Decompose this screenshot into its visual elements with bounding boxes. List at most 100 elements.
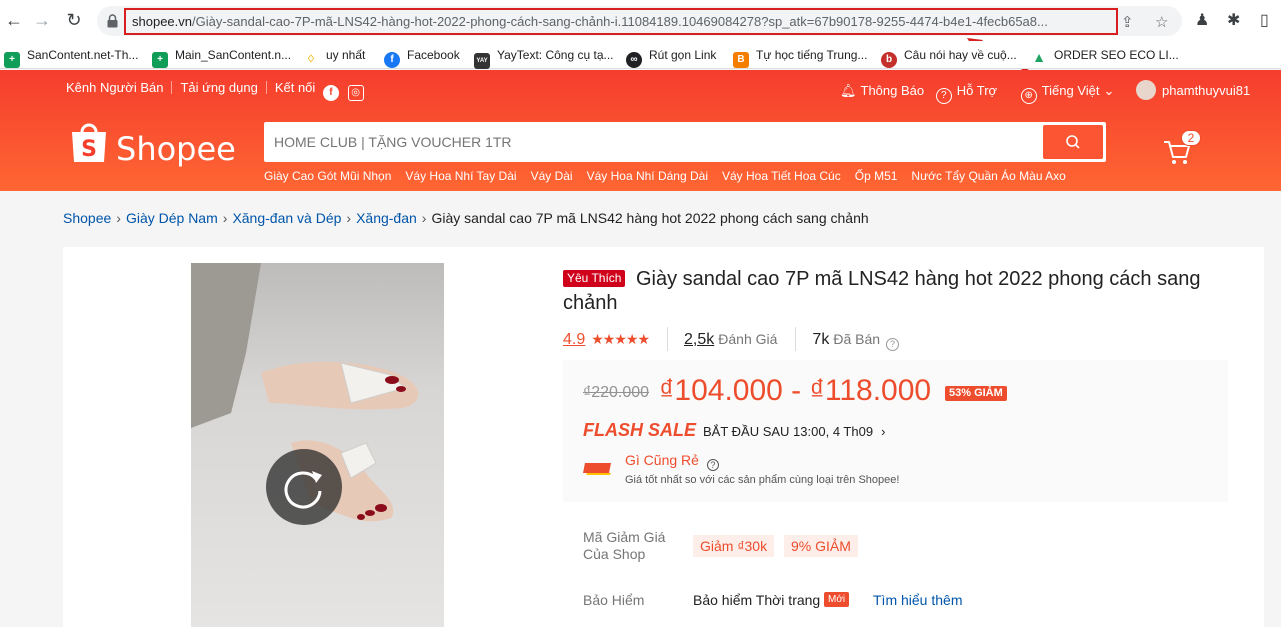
product-card: Giày sandal cao 7P mã LNS42 hàng hot 202… <box>63 247 1264 627</box>
suggestion-item[interactable]: Nước Tẩy Quần Áo Màu Axo <box>911 169 1065 183</box>
shopee-bag-icon: S <box>72 123 106 162</box>
top-nav-left: Kênh Người Bán Tải ứng dụng Kết nối f ◎ <box>66 80 369 101</box>
username[interactable]: phamthuyvui81 <box>1162 83 1250 98</box>
cart-count-badge: 2 <box>1181 130 1201 146</box>
yaytext-icon: YAY <box>474 53 490 69</box>
review-label: Đánh Giá <box>718 331 778 347</box>
instagram-icon[interactable]: ◎ <box>347 85 364 101</box>
breadcrumb-xang-dan[interactable]: Xăng-đan <box>356 210 417 226</box>
bookmark-tu-hoc[interactable]: B Tự học tiếng Trung... <box>733 46 867 68</box>
back-icon[interactable]: ← <box>3 9 25 31</box>
bookmark-star-icon[interactable]: ☆ <box>1155 13 1168 31</box>
download-app-link[interactable]: Tải ứng dụng <box>180 80 257 95</box>
replay-button[interactable] <box>266 449 342 525</box>
bookmark-cau-noi-hay[interactable]: b Câu nói hay về cuộ... <box>881 46 1017 68</box>
shopee-header: Kênh Người Bán Tải ứng dụng Kết nối f ◎ 🔔︎… <box>0 70 1281 191</box>
bookmarks-bar: + SanContent.net-Th... + Main_SanContent.n… <box>0 41 1281 69</box>
suggestion-item[interactable]: Váy Hoa Nhí Tay Dài <box>405 169 516 183</box>
search-bar <box>264 122 1106 162</box>
puzzle-icon[interactable]: ✱ <box>1227 10 1240 30</box>
breadcrumb-current: Giày sandal cao 7P mã LNS42 hàng hot 202… <box>431 210 869 226</box>
globe-icon: ⊕ <box>1020 88 1037 104</box>
profile-extension-icon[interactable]: ♟ <box>1195 10 1209 30</box>
share-icon[interactable]: ⇪ <box>1121 13 1134 31</box>
sheets-icon: + <box>4 52 20 68</box>
bookmark-facebook[interactable]: f Facebook <box>384 46 460 68</box>
drive-icon: ▲ <box>1032 49 1046 65</box>
bookmark-rut-gon-link[interactable]: ∞ Rút gọn Link <box>626 46 716 68</box>
price-section: ₫220.000 ₫104.000 - ₫118.000 53% GIẢM FL… <box>563 360 1228 502</box>
suggestion-item[interactable]: Váy Dài <box>531 169 573 183</box>
insurance-label: Bảo Hiểm <box>583 592 645 608</box>
svg-text:S: S <box>81 137 97 162</box>
chevron-right-icon: › <box>881 424 886 439</box>
help-icon[interactable]: ? <box>886 338 900 351</box>
bookmark-main-sancontent[interactable]: + Main_SanContent.n... <box>152 46 291 68</box>
browser-menu-icon[interactable]: ▯ <box>1260 10 1269 30</box>
support-link[interactable]: Hỗ Trợ <box>957 83 997 98</box>
seller-channel-link[interactable]: Kênh Người Bán <box>66 80 163 95</box>
facebook-icon[interactable]: f <box>322 85 339 101</box>
flash-sale-start[interactable]: BẮT ĐẦU SAU 13:00, 4 Th09 › <box>703 424 885 439</box>
cheap-title[interactable]: Gì Cũng Rẻ? <box>625 452 724 471</box>
suggestion-item[interactable]: Ốp M51 <box>855 169 898 183</box>
breadcrumb-xang-dan-va-dep[interactable]: Xăng-đan và Dép <box>232 210 341 226</box>
review-count[interactable]: 2,5k <box>684 331 714 348</box>
sold-label: Đã Bán <box>833 331 881 347</box>
suggestion-item[interactable]: Giày Cao Gót Mũi Nhọn <box>264 169 391 183</box>
bookmark-yaytext[interactable]: YAY YayText: Công cụ tạ... <box>474 46 614 69</box>
help-icon: ? <box>935 88 952 104</box>
chevron-right-icon: › <box>421 210 427 226</box>
bell-icon: 🔔︎ <box>840 83 857 98</box>
logo-text: Shopee <box>116 130 236 168</box>
search-input[interactable] <box>274 130 1034 154</box>
bookmark-uy-nhat[interactable]: ♢ uy nhất <box>303 46 366 65</box>
voucher-label: Mã Giảm Giá Của Shop <box>583 529 666 562</box>
voucher-chip[interactable]: 9% GIẢM <box>784 535 858 557</box>
breadcrumb-giay-dep-nam[interactable]: Giày Dép Nam <box>126 210 218 226</box>
blogger-icon: B <box>733 52 749 68</box>
connect-label: Kết nối <box>274 80 316 95</box>
price-tag-icon <box>583 463 611 475</box>
avatar[interactable] <box>1136 80 1157 100</box>
reload-icon[interactable]: ↻ <box>63 9 85 31</box>
chevron-right-icon: › <box>116 210 121 226</box>
product-title: Giày sandal cao 7P mã LNS42 hàng hot 202… <box>563 268 1201 314</box>
search-button[interactable] <box>1043 125 1103 159</box>
chevron-right-icon: › <box>346 210 352 226</box>
url-highlight-box: shopee.vn/Giày-sandal-cao-7P-mã-LNS42-hà… <box>124 8 1118 35</box>
original-price: ₫220.000 <box>583 384 650 401</box>
notifications-link[interactable]: Thông Báo <box>861 83 925 98</box>
chevron-right-icon: › <box>222 210 228 226</box>
product-video[interactable] <box>191 263 444 627</box>
language-select[interactable]: Tiếng Việt <box>1042 83 1100 98</box>
forward-icon[interactable]: → <box>31 9 53 31</box>
top-nav-right: 🔔︎ Thông Báo ? Hỗ Trợ ⊕ Tiếng Việt ⌄ phamthu… <box>840 80 1250 104</box>
bookmark-order-seo[interactable]: ▲ ORDER SEO ECO LI... <box>1031 46 1179 65</box>
ratings-row: 4.9 ★★★★★ 2,5k Đánh Giá 7k Đã Bán? <box>563 327 904 351</box>
breadcrumb-shopee[interactable]: Shopee <box>63 210 111 226</box>
link-icon: ∞ <box>626 52 642 68</box>
voucher-chip[interactable]: Giảm ₫30k <box>693 535 775 557</box>
url-text[interactable]: shopee.vn/Giày-sandal-cao-7P-mã-LNS42-hà… <box>132 14 1112 29</box>
discount-badge: 53% GIẢM <box>945 386 1007 401</box>
replay-icon <box>284 471 322 509</box>
sheets-icon: + <box>152 52 168 68</box>
suggestion-item[interactable]: Váy Hoa Nhí Dáng Dài <box>587 169 708 183</box>
rating-value[interactable]: 4.9 <box>563 331 585 348</box>
learn-more-link[interactable]: Tìm hiểu thêm <box>873 592 962 608</box>
cheap-subtitle: Giá tốt nhất so với các sản phẩm cùng lo… <box>625 474 900 486</box>
rating-stars-icon: ★★★★★ <box>591 331 650 347</box>
search-suggestions: Giày Cao Gót Mũi Nhọn Váy Hoa Nhí Tay Dài… <box>264 169 1080 183</box>
new-badge: Mới <box>824 592 850 607</box>
flash-sale-logo: FLASH SALE <box>583 420 697 440</box>
sold-count: 7k <box>812 331 830 348</box>
product-gallery <box>79 263 528 627</box>
insurance-text: Bảo hiểm Thời trang <box>693 592 821 608</box>
suggestion-item[interactable]: Váy Hoa Tiết Hoa Cúc <box>722 169 841 183</box>
sandal-photo <box>191 263 419 522</box>
bookmark-sancontent[interactable]: + SanContent.net-Th... <box>4 46 138 68</box>
help-icon[interactable]: ? <box>706 459 719 471</box>
lock-icon <box>107 14 118 28</box>
url-host: shopee.vn <box>132 14 192 29</box>
